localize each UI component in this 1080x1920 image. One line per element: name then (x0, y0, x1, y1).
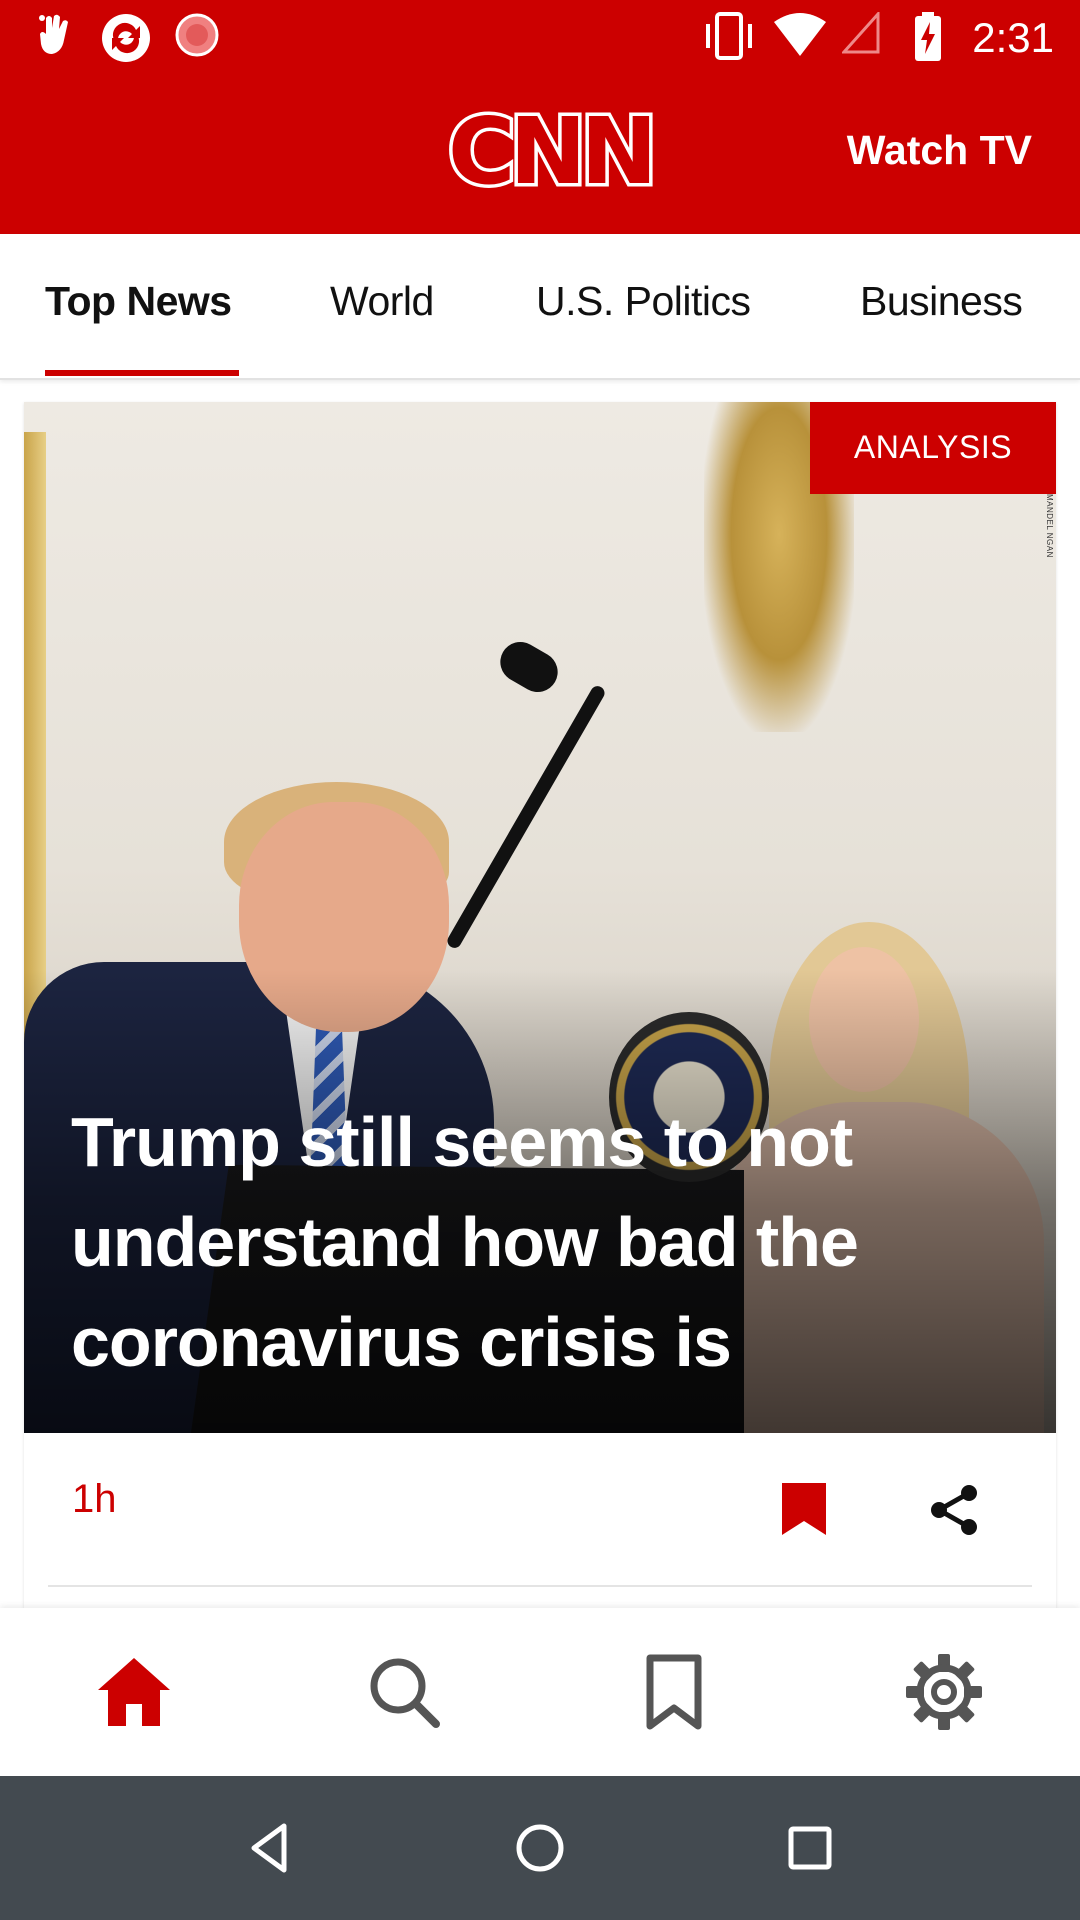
analysis-tag: ANALYSIS (810, 402, 1056, 494)
status-bar: 2:31 (0, 0, 1080, 75)
story-footer: 1h (24, 1433, 1056, 1608)
battery-charging-icon (915, 12, 941, 61)
wifi-icon (774, 13, 826, 56)
story-timestamp: 1h (72, 1477, 117, 1521)
system-nav-bar (0, 1776, 1080, 1920)
story-headline[interactable]: Trump still seems to not understand how … (71, 1092, 1001, 1392)
bookmark-icon[interactable] (780, 1481, 828, 1537)
tab-top-news[interactable]: Top News (45, 278, 232, 325)
tab-world[interactable]: World (330, 278, 434, 325)
feed-divider (48, 1585, 1032, 1587)
sync-app-icon (102, 14, 150, 62)
watch-tv-button[interactable]: Watch TV (847, 127, 1032, 174)
search-icon[interactable] (364, 1652, 444, 1732)
bookmark-nav-icon[interactable] (634, 1652, 714, 1732)
status-time: 2:31 (972, 14, 1054, 61)
photo-credit: MANDEL NGAN (1045, 494, 1054, 558)
active-tab-indicator (45, 370, 239, 376)
back-icon[interactable] (240, 1818, 300, 1878)
app-header: CNN Watch TV (0, 75, 1080, 234)
share-icon[interactable] (928, 1483, 980, 1537)
recents-icon[interactable] (780, 1818, 840, 1878)
story-card[interactable]: ANALYSIS MANDEL NGAN Trump still seems t… (24, 402, 1056, 1608)
bottom-nav (0, 1608, 1080, 1776)
tab-us-politics[interactable]: U.S. Politics (536, 278, 751, 325)
cnn-logo[interactable]: CNN (445, 102, 661, 201)
hand-gesture-icon (39, 14, 68, 54)
home-circle-icon[interactable] (510, 1818, 570, 1878)
tab-business[interactable]: Business (860, 278, 1023, 325)
section-tabs: Top News World U.S. Politics Business (0, 234, 1080, 380)
gear-icon[interactable] (904, 1652, 984, 1732)
cell-signal-icon (842, 12, 880, 54)
vibrate-icon (706, 12, 752, 60)
home-icon[interactable] (94, 1652, 174, 1732)
record-icon (175, 13, 219, 57)
story-photo[interactable]: ANALYSIS MANDEL NGAN Trump still seems t… (24, 402, 1056, 1433)
